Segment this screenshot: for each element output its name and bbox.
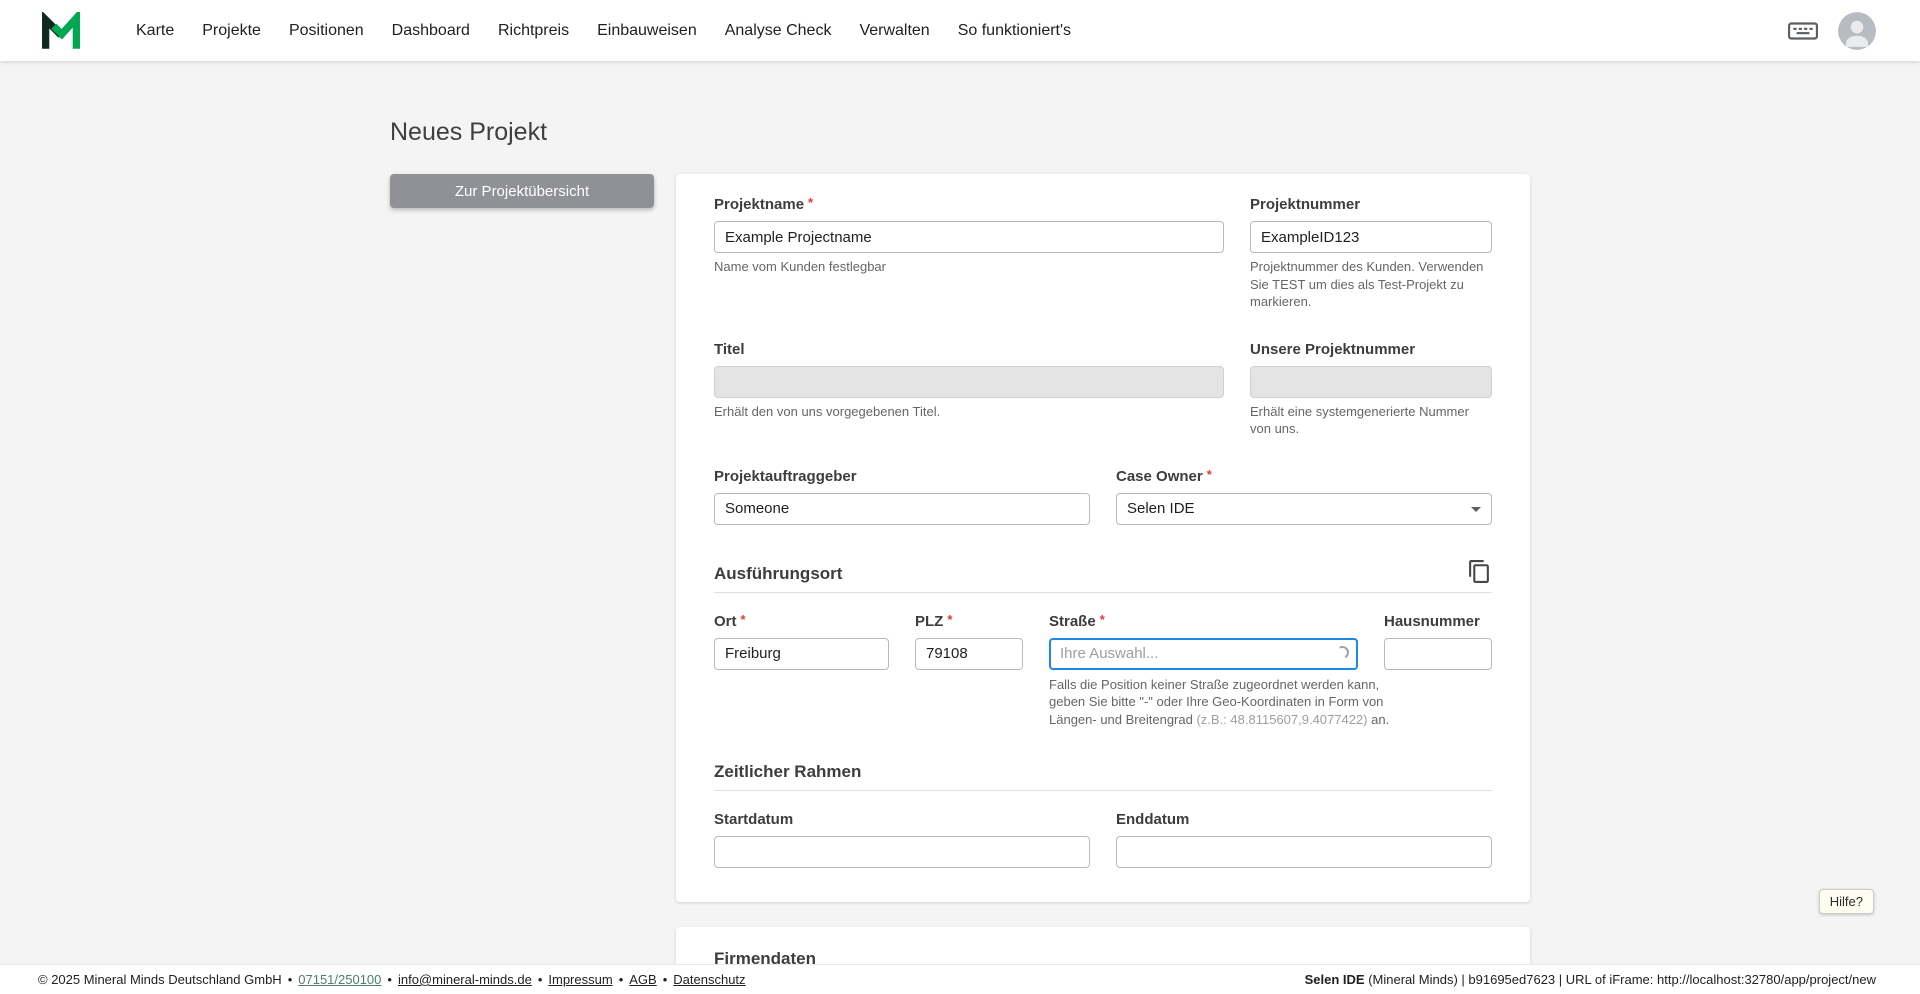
page-title: Neues Projekt bbox=[390, 118, 1530, 147]
footer: © 2025 Mineral Minds Deutschland GmbH • … bbox=[0, 964, 1920, 994]
strasse-helper: Falls die Position keiner Straße zugeord… bbox=[1049, 676, 1409, 729]
help-button[interactable]: Hilfe? bbox=[1819, 889, 1874, 914]
top-navbar: Karte Projekte Positionen Dashboard Rich… bbox=[0, 0, 1920, 61]
titel-field: Titel Erhält den von uns vorgegebenen Ti… bbox=[714, 341, 1224, 438]
copy-address-button[interactable] bbox=[1467, 559, 1492, 584]
strasse-label: Straße bbox=[1049, 613, 1096, 630]
ort-input[interactable] bbox=[714, 638, 889, 670]
main-nav: Karte Projekte Positionen Dashboard Rich… bbox=[136, 22, 1071, 40]
nav-item-so-funktionierts[interactable]: So funktioniert's bbox=[958, 22, 1071, 40]
required-marker: * bbox=[1207, 467, 1212, 482]
titel-input bbox=[714, 366, 1224, 398]
strasse-helper-example: (z.B.: 48.8115607,9.4077422) bbox=[1196, 712, 1367, 727]
session-user: Selen IDE bbox=[1305, 972, 1365, 987]
keyboard-icon[interactable] bbox=[1788, 19, 1818, 43]
separator-dot: • bbox=[538, 972, 543, 987]
projektnummer-field: Projektnummer Projektnummer des Kunden. … bbox=[1250, 196, 1492, 311]
nav-item-richtpreis[interactable]: Richtpreis bbox=[498, 22, 569, 40]
firmendaten-section-title: Firmendaten bbox=[714, 949, 816, 964]
case-owner-label: Case Owner bbox=[1116, 468, 1203, 485]
enddatum-input[interactable] bbox=[1116, 836, 1492, 868]
projektauftraggeber-input[interactable] bbox=[714, 493, 1090, 525]
projektnummer-input[interactable] bbox=[1250, 221, 1492, 253]
projektauftraggeber-field: Projektauftraggeber bbox=[714, 468, 1090, 525]
hausnummer-label: Hausnummer bbox=[1384, 613, 1480, 630]
enddatum-field: Enddatum bbox=[1116, 811, 1492, 868]
titel-label: Titel bbox=[714, 341, 745, 358]
logo-m-icon bbox=[40, 12, 82, 50]
unsere-projektnummer-input bbox=[1250, 366, 1492, 398]
projektname-field: Projektname * Name vom Kunden festlegbar bbox=[714, 196, 1224, 311]
required-marker: * bbox=[1100, 612, 1105, 627]
nav-item-positionen[interactable]: Positionen bbox=[289, 22, 364, 40]
firmendaten-section-header: Firmendaten bbox=[714, 949, 1492, 964]
strasse-input[interactable] bbox=[1049, 638, 1358, 670]
hausnummer-field: Hausnummer bbox=[1384, 613, 1492, 670]
nav-item-einbauweisen[interactable]: Einbauweisen bbox=[597, 22, 697, 40]
session-details: (Mineral Minds) | b91695ed7623 | URL of … bbox=[1365, 972, 1876, 987]
titel-helper: Erhält den von uns vorgegebenen Titel. bbox=[714, 403, 1224, 421]
nav-item-verwalten[interactable]: Verwalten bbox=[859, 22, 929, 40]
plz-field: PLZ * bbox=[915, 613, 1023, 670]
unsere-projektnummer-helper: Erhält eine systemgenerierte Nummer von … bbox=[1250, 403, 1492, 438]
ort-label: Ort bbox=[714, 613, 737, 630]
user-avatar[interactable] bbox=[1838, 12, 1876, 50]
main-content: Neues Projekt Zur Projektübersicht Proje… bbox=[0, 61, 1920, 964]
mineral-minds-logo[interactable] bbox=[40, 12, 82, 50]
email-link[interactable]: info@mineral-minds.de bbox=[398, 972, 532, 987]
plz-input[interactable] bbox=[915, 638, 1023, 670]
impressum-link[interactable]: Impressum bbox=[548, 972, 612, 987]
nav-item-analyse-check[interactable]: Analyse Check bbox=[725, 22, 832, 40]
hausnummer-input[interactable] bbox=[1384, 638, 1492, 670]
zeitlicher-rahmen-section-title: Zeitlicher Rahmen bbox=[714, 762, 861, 782]
separator-dot: • bbox=[663, 972, 668, 987]
separator-dot: • bbox=[288, 972, 293, 987]
copy-icon bbox=[1467, 559, 1492, 584]
startdatum-field: Startdatum bbox=[714, 811, 1090, 868]
startdatum-label: Startdatum bbox=[714, 811, 793, 828]
person-icon bbox=[1838, 12, 1876, 50]
ausfuehrungsort-section-title: Ausführungsort bbox=[714, 564, 842, 584]
unsere-projektnummer-field: Unsere Projektnummer Erhält eine systemg… bbox=[1250, 341, 1492, 438]
strasse-field: Straße * bbox=[1049, 613, 1358, 670]
back-to-project-overview-button[interactable]: Zur Projektübersicht bbox=[390, 174, 654, 208]
ort-field: Ort * bbox=[714, 613, 889, 670]
strasse-helper-suffix: an. bbox=[1368, 712, 1390, 727]
firmendaten-card: Firmendaten bbox=[676, 927, 1530, 964]
projektnummer-helper: Projektnummer des Kunden. Verwenden Sie … bbox=[1250, 258, 1492, 311]
datenschutz-link[interactable]: Datenschutz bbox=[673, 972, 745, 987]
copyright-text: © 2025 Mineral Minds Deutschland GmbH bbox=[38, 972, 282, 987]
separator-dot: • bbox=[387, 972, 392, 987]
agb-link[interactable]: AGB bbox=[629, 972, 656, 987]
zeitlicher-rahmen-section-header: Zeitlicher Rahmen bbox=[714, 762, 1492, 791]
case-owner-select[interactable]: Selen IDE bbox=[1116, 493, 1492, 525]
plz-label: PLZ bbox=[915, 613, 943, 630]
session-info: Selen IDE (Mineral Minds) | b91695ed7623… bbox=[1305, 972, 1876, 987]
new-project-form-card: Projektname* Name vom Kunden festlegbar … bbox=[676, 174, 1530, 902]
nav-item-karte[interactable]: Karte bbox=[136, 22, 174, 40]
phone-link[interactable]: 07151/250100 bbox=[298, 972, 381, 987]
required-marker: * bbox=[947, 612, 952, 627]
left-column: Zur Projektübersicht bbox=[390, 174, 676, 208]
projektname-input[interactable] bbox=[714, 221, 1224, 253]
enddatum-label: Enddatum bbox=[1116, 811, 1189, 828]
ausfuehrungsort-section-header: Ausführungsort bbox=[714, 559, 1492, 593]
projektauftraggeber-label: Projektauftraggeber bbox=[714, 468, 857, 485]
separator-dot: • bbox=[619, 972, 624, 987]
projektnummer-label: Projektnummer bbox=[1250, 196, 1360, 213]
required-marker: * bbox=[808, 195, 813, 210]
unsere-projektnummer-label: Unsere Projektnummer bbox=[1250, 341, 1415, 358]
nav-item-dashboard[interactable]: Dashboard bbox=[392, 22, 470, 40]
case-owner-selected-value: Selen IDE bbox=[1127, 500, 1195, 517]
nav-item-projekte[interactable]: Projekte bbox=[202, 22, 261, 40]
header-right-icons bbox=[1788, 12, 1876, 50]
required-marker: * bbox=[741, 612, 746, 627]
chevron-down-icon bbox=[1471, 507, 1481, 512]
footer-left: © 2025 Mineral Minds Deutschland GmbH • … bbox=[38, 972, 746, 987]
startdatum-input[interactable] bbox=[714, 836, 1090, 868]
case-owner-field: Case Owner * Selen IDE bbox=[1116, 468, 1492, 525]
projektname-label: Projektname bbox=[714, 196, 804, 213]
projektname-helper: Name vom Kunden festlegbar bbox=[714, 258, 1224, 276]
